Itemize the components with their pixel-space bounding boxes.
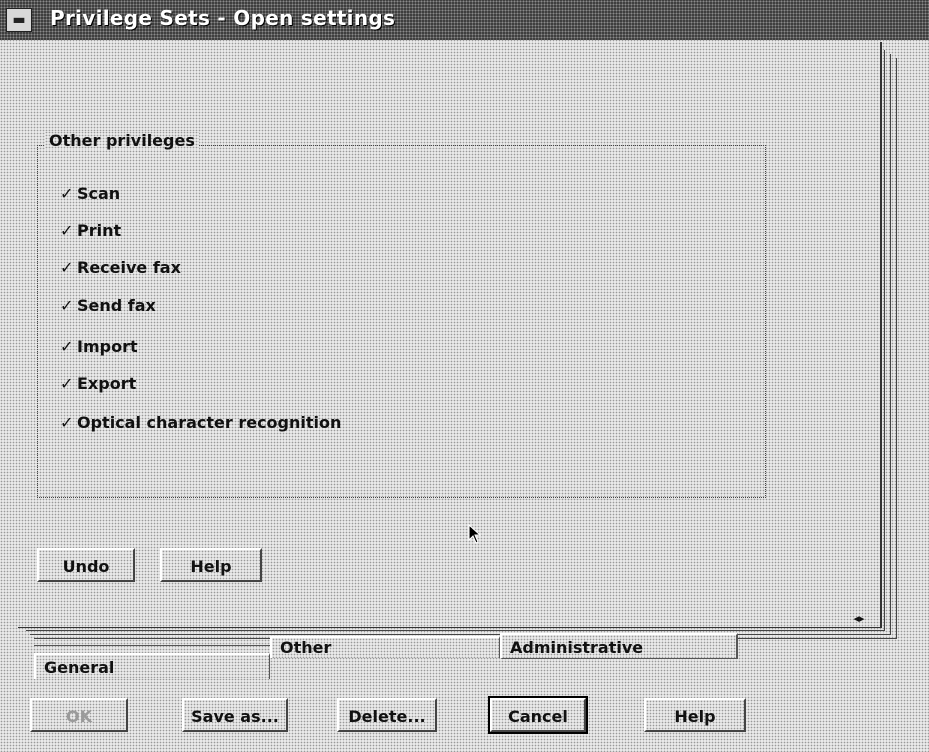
- tab-other[interactable]: Other: [270, 636, 500, 658]
- page-arrows-icon[interactable]: ◂▸: [846, 612, 872, 626]
- check-mark-icon: ✓: [60, 413, 74, 432]
- group-label: Other privileges: [45, 131, 199, 150]
- help-button[interactable]: Help: [644, 698, 746, 732]
- print-checkbox[interactable]: ✓ Print: [60, 220, 121, 242]
- checkbox-label: Scan: [77, 184, 121, 203]
- cancel-button[interactable]: Cancel: [488, 696, 588, 734]
- checkbox-label: Export: [77, 374, 137, 393]
- check-mark-icon: ✓: [60, 337, 74, 356]
- tab-administrative[interactable]: Administrative: [500, 633, 738, 659]
- window-title: Privilege Sets - Open settings: [50, 6, 396, 30]
- tab-general[interactable]: General: [34, 653, 270, 679]
- ocr-checkbox[interactable]: ✓ Optical character recognition: [60, 412, 341, 434]
- checkbox-label: Import: [77, 337, 138, 356]
- page-help-button[interactable]: Help: [160, 548, 262, 582]
- other-privileges-group: [37, 145, 766, 498]
- mouse-pointer-icon: [468, 524, 482, 544]
- check-mark-icon: ✓: [60, 296, 74, 315]
- system-menu-icon[interactable]: ▬: [6, 8, 32, 32]
- title-bar[interactable]: ▬ Privilege Sets - Open settings: [0, 0, 929, 40]
- check-mark-icon: ✓: [60, 374, 74, 393]
- check-mark-icon: ✓: [60, 221, 74, 240]
- import-checkbox[interactable]: ✓ Import: [60, 336, 138, 358]
- ok-button[interactable]: OK: [30, 698, 128, 732]
- scan-checkbox[interactable]: ✓ Scan: [60, 183, 120, 205]
- tab-divider: [34, 645, 270, 646]
- checkbox-label: Print: [77, 221, 122, 240]
- delete-button[interactable]: Delete...: [337, 698, 437, 732]
- check-mark-icon: ✓: [60, 258, 74, 277]
- receive-fax-checkbox[interactable]: ✓ Receive fax: [60, 257, 181, 279]
- export-checkbox[interactable]: ✓ Export: [60, 373, 136, 395]
- checkbox-label: Receive fax: [77, 258, 181, 277]
- send-fax-checkbox[interactable]: ✓ Send fax: [60, 295, 156, 317]
- check-mark-icon: ✓: [60, 184, 74, 203]
- undo-button[interactable]: Undo: [37, 548, 135, 582]
- checkbox-label: Optical character recognition: [77, 413, 342, 432]
- save-as-button[interactable]: Save as...: [182, 698, 288, 732]
- checkbox-label: Send fax: [77, 296, 156, 315]
